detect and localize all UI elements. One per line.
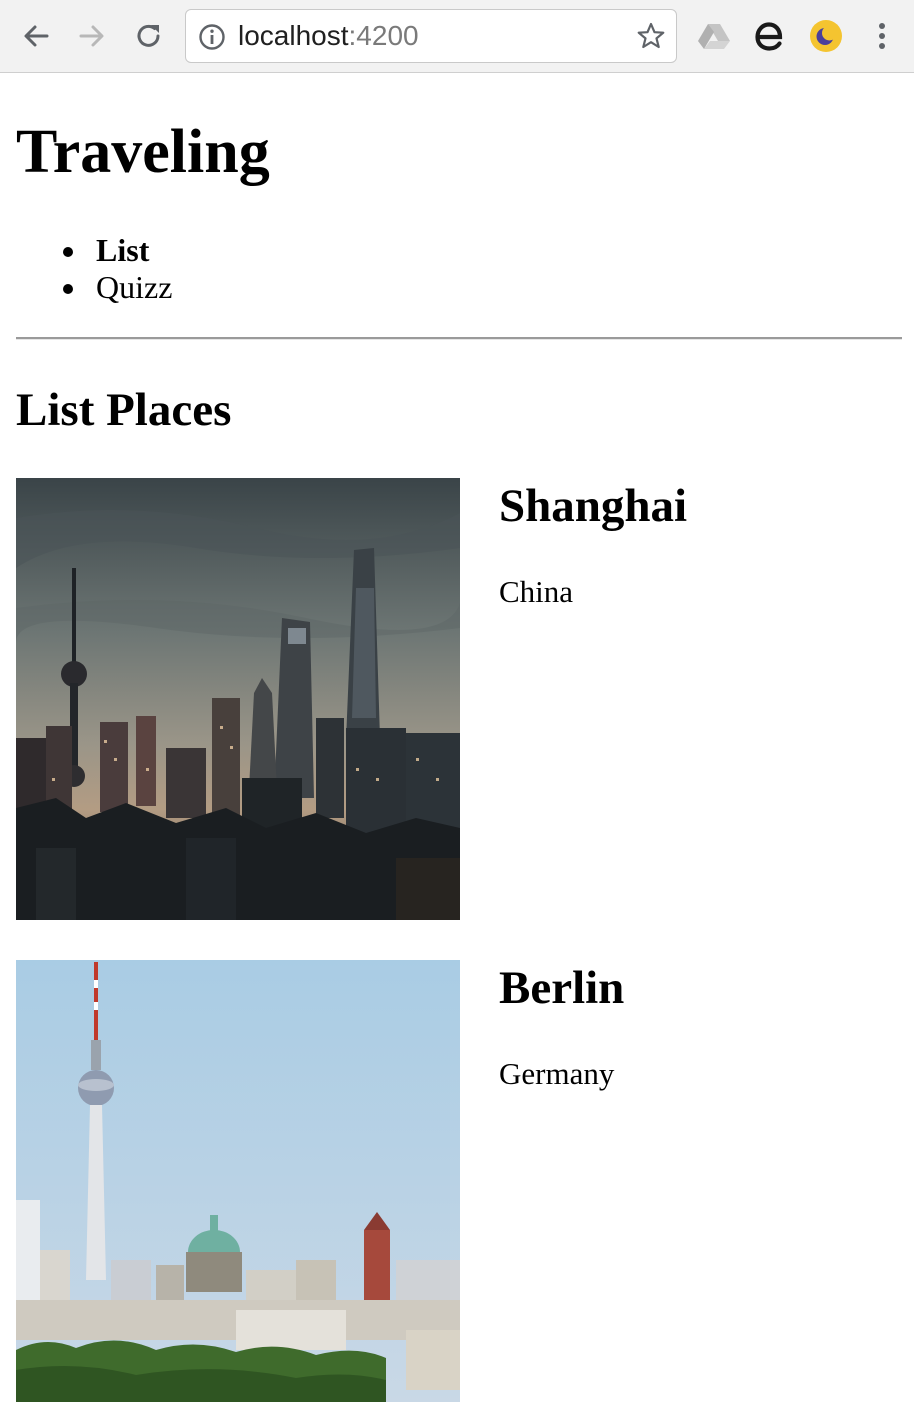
- e-extension-button[interactable]: [751, 18, 787, 54]
- nav-link-list[interactable]: List: [96, 232, 149, 268]
- place-country-berlin: Germany: [499, 1056, 615, 1091]
- page-title: Traveling: [16, 118, 270, 186]
- back-button[interactable]: [18, 18, 54, 54]
- place-name-shanghai: Shanghai: [499, 480, 688, 532]
- place-name-berlin: Berlin: [499, 962, 625, 1014]
- divider: [16, 337, 902, 340]
- url-text[interactable]: localhost:4200: [238, 20, 419, 52]
- nav-item-quizz[interactable]: Quizz: [62, 269, 172, 306]
- menu-dots-icon: [879, 23, 885, 49]
- nav-item-list[interactable]: List: [62, 232, 172, 269]
- night-mode-extension-button[interactable]: [808, 18, 844, 54]
- main-nav: List Quizz: [62, 232, 172, 306]
- reload-button[interactable]: [131, 18, 167, 54]
- place-image-berlin: [16, 960, 460, 1402]
- browser-menu-button[interactable]: [864, 18, 900, 54]
- star-icon[interactable]: [636, 21, 666, 51]
- url-port: :4200: [348, 20, 419, 51]
- place-country-shanghai: China: [499, 574, 574, 609]
- night-mode-icon: [810, 20, 842, 52]
- extension-e-icon: [755, 22, 783, 51]
- place-image-shanghai: [16, 478, 460, 920]
- forward-arrow-icon: [79, 25, 104, 47]
- nav-link-quizz[interactable]: Quizz: [96, 269, 172, 305]
- url-host: localhost: [238, 20, 349, 51]
- browser-toolbar: localhost:4200: [0, 0, 914, 73]
- section-title: List Places: [16, 384, 232, 436]
- forward-button[interactable]: [74, 18, 110, 54]
- info-icon[interactable]: [198, 23, 226, 51]
- back-arrow-icon: [24, 25, 49, 47]
- address-bar[interactable]: localhost:4200: [185, 9, 677, 63]
- drive-icon: [698, 24, 730, 49]
- drive-extension-button[interactable]: [696, 18, 732, 54]
- reload-icon: [137, 24, 160, 47]
